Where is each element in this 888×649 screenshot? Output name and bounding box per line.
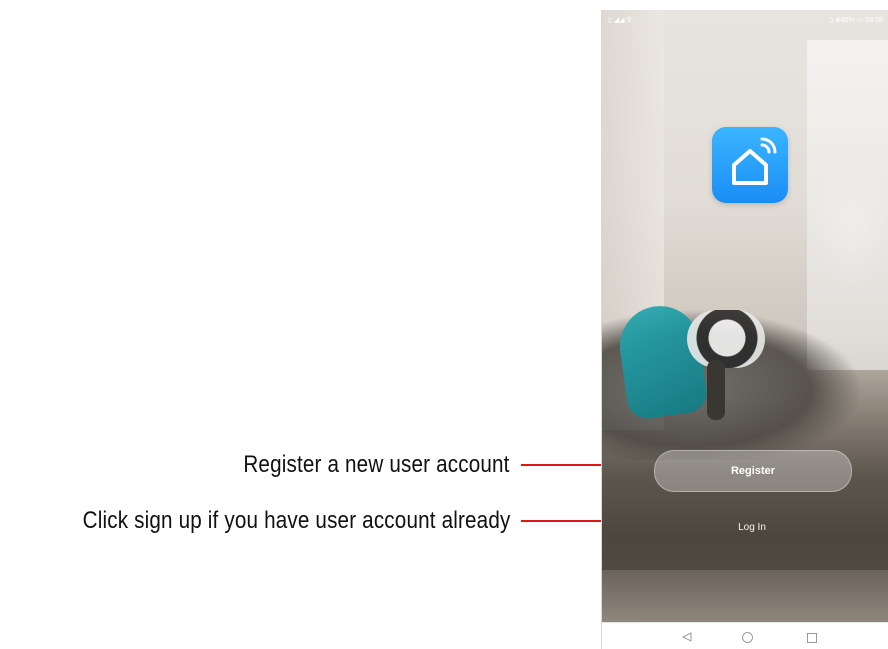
status-bar-battery-time: ▯ ⊕86% ▭ 09:58 <box>829 17 883 24</box>
login-link[interactable]: Log In <box>702 517 802 537</box>
annotation-register: Register a new user account <box>243 451 510 478</box>
annotation-login: Click sign up if you have user account a… <box>82 507 510 534</box>
smart-home-wifi-icon <box>712 127 788 203</box>
phone-screenshot: ▯ ◢◢ ⚲ ▯ ⊕86% ▭ 09:58 Register Log In <box>601 10 888 649</box>
back-icon[interactable] <box>682 632 692 642</box>
recent-apps-icon[interactable] <box>807 633 817 643</box>
register-button[interactable]: Register <box>654 450 852 492</box>
status-bar: ▯ ◢◢ ⚲ ▯ ⊕86% ▭ 09:58 <box>602 10 888 32</box>
status-bar-signal: ▯ ◢◢ ⚲ <box>608 17 632 24</box>
background-dog-head <box>687 310 765 368</box>
background-floor <box>602 570 888 622</box>
background-dog-leg <box>707 360 725 420</box>
android-nav-bar <box>602 622 888 649</box>
app-splash-screen: ▯ ◢◢ ⚲ ▯ ⊕86% ▭ 09:58 Register Log In <box>602 10 888 622</box>
home-icon[interactable] <box>742 632 753 643</box>
